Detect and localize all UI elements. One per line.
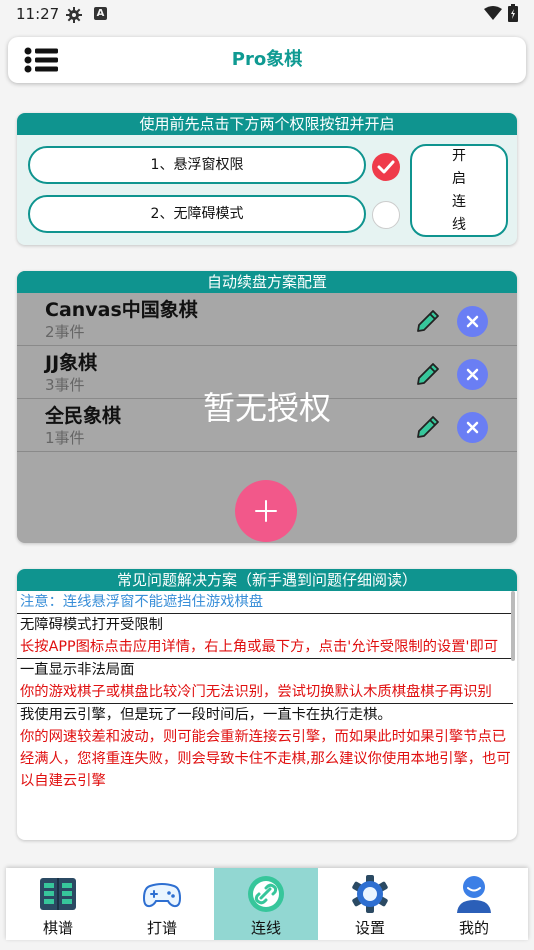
nav-label: 打谱: [146, 919, 177, 937]
nav-tab-profile[interactable]: 我的: [422, 868, 526, 940]
faq-answer: 长按APP图标点击应用详情，右上角或最下方，点击'允许受限制的设置'即可: [17, 636, 513, 659]
faq-question: 我使用云引擎，但是玩了一段时间后，一直卡在执行走棋。: [20, 707, 392, 723]
bottom-navigation: 棋谱 打谱 连线 设置 我的: [6, 868, 528, 940]
scheme-item[interactable]: Canvas中国象棋 2事件: [17, 293, 517, 346]
schemes-header: 自动续盘方案配置: [17, 271, 517, 293]
app-bar: Pro象棋: [8, 37, 526, 83]
accessibility-check-empty-icon: [372, 201, 400, 229]
delete-scheme-button[interactable]: [457, 306, 488, 337]
scheme-name: JJ象棋: [45, 352, 98, 374]
wifi-icon: [484, 6, 502, 20]
user-icon: [457, 876, 491, 913]
gamepad-icon: [142, 883, 182, 908]
settings-status-icon: [66, 7, 82, 23]
faq-answer: 你的游戏棋子或棋盘比较冷门无法识别，尝试切换默认木质棋盘棋子再识别: [17, 681, 513, 704]
scheme-name: Canvas中国象棋: [45, 299, 198, 321]
nav-tab-settings[interactable]: 设置: [318, 868, 422, 940]
add-scheme-button[interactable]: [235, 480, 297, 542]
nav-label: 棋谱: [42, 919, 73, 937]
faq-note: 注意：连线悬浮窗不能遮挡住游戏棋盘: [17, 591, 513, 614]
edit-pencil-icon[interactable]: [413, 303, 445, 335]
nav-label: 我的: [458, 919, 489, 937]
scheme-event-count: 1事件: [45, 429, 85, 447]
faq-question: 无障碍模式打开受限制: [20, 617, 163, 633]
nav-label: 连线: [250, 919, 281, 937]
start-connect-button[interactable]: 开启连线: [410, 144, 508, 237]
status-time: 11:27: [16, 5, 60, 23]
plus-icon: [255, 500, 277, 522]
link-icon: [248, 876, 284, 912]
status-bar: 11:27 A: [0, 0, 534, 30]
menu-icon[interactable]: [24, 45, 60, 75]
a-status-icon: A: [94, 7, 107, 20]
faq-header: 常见问题解决方案（新手遇到问题仔细阅读）: [17, 569, 517, 591]
nav-tab-connect[interactable]: 连线: [214, 868, 318, 940]
scheme-event-count: 2事件: [45, 323, 85, 341]
auto-continue-schemes-panel: 自动续盘方案配置 Canvas中国象棋 2事件 JJ象棋 3事件 全民象棋 1事…: [17, 271, 517, 543]
battery-icon: [508, 4, 518, 22]
nav-tab-book[interactable]: 棋谱: [6, 868, 110, 940]
gear-icon: [352, 875, 388, 913]
book-icon: [40, 878, 76, 910]
unauthorized-watermark: 暂无授权: [202, 389, 331, 427]
accessibility-mode-button[interactable]: 2、无障碍模式: [28, 195, 366, 233]
app-title: Pro象棋: [231, 49, 303, 70]
faq-question: 一直显示非法局面: [20, 662, 135, 678]
floating-window-permission-button[interactable]: 1、悬浮窗权限: [28, 146, 366, 184]
permissions-header: 使用前先点击下方两个权限按钮并开启: [17, 113, 517, 135]
faq-answer: 你的网速较差和波动，则可能会重新连接云引擎，而如果此时如果引擎节点已经满人，您将…: [20, 729, 511, 789]
nav-tab-practice[interactable]: 打谱: [110, 868, 214, 940]
faq-panel: 常见问题解决方案（新手遇到问题仔细阅读） 注意：连线悬浮窗不能遮挡住游戏棋盘 无…: [17, 569, 517, 840]
faq-scrollbar[interactable]: [511, 591, 515, 661]
permissions-panel: 使用前先点击下方两个权限按钮并开启 1、悬浮窗权限 2、无障碍模式 开启连线: [17, 113, 517, 245]
faq-list[interactable]: 注意：连线悬浮窗不能遮挡住游戏棋盘 无障碍模式打开受限制 长按APP图标点击应用…: [17, 591, 513, 840]
start-connect-label: 开启连线: [452, 147, 466, 233]
floating-window-check-icon: [372, 153, 400, 181]
nav-label: 设置: [354, 919, 385, 937]
